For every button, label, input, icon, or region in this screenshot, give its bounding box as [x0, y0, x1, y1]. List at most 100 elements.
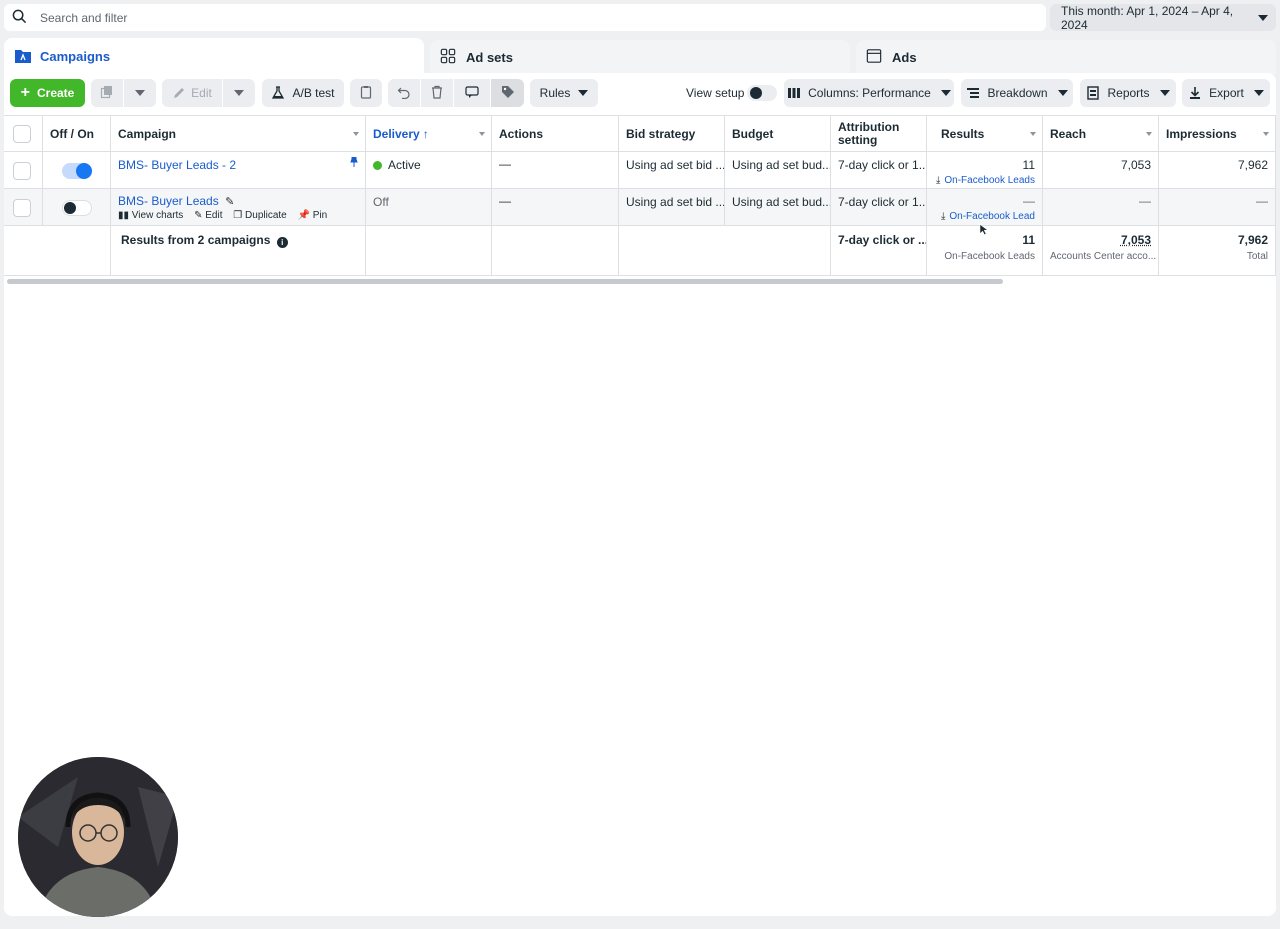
- bid-strategy-cell: Using ad set bid ...: [619, 189, 725, 225]
- row-checkbox[interactable]: [13, 199, 31, 217]
- view-setup-toggle[interactable]: [747, 85, 777, 101]
- columns-icon: [787, 86, 801, 100]
- row-select-cell: [4, 152, 43, 188]
- delete-button[interactable]: [421, 79, 453, 107]
- toggle-knob: [64, 202, 76, 214]
- create-label: Create: [36, 86, 75, 100]
- col-label: Actions: [499, 126, 544, 141]
- impressions-cell: —: [1159, 189, 1276, 225]
- row-toggle-cell: [43, 152, 111, 188]
- col-off-on[interactable]: Off / On: [43, 116, 111, 151]
- undo-icon: [397, 85, 411, 102]
- col-results[interactable]: Results: [927, 116, 1043, 151]
- date-range-label: This month: Apr 1, 2024 – Apr 4, 2024: [1061, 3, 1234, 32]
- clipboard-icon: [359, 85, 373, 102]
- summary-reach-value[interactable]: 7,053: [1050, 233, 1151, 247]
- summary-impressions-value: 7,962: [1237, 233, 1268, 247]
- tab-campaigns[interactable]: Campaigns: [4, 38, 424, 74]
- tab-label: Ad sets: [466, 49, 513, 65]
- results-value: 11: [1022, 158, 1035, 172]
- reach-cell: —: [1043, 189, 1159, 225]
- col-actions[interactable]: Actions: [492, 116, 619, 151]
- summary-label: Results from 2 campaigns: [121, 233, 271, 247]
- summary-empty: [619, 226, 831, 275]
- duplicate-button[interactable]: [91, 79, 123, 107]
- duplicate-icon: [100, 85, 114, 102]
- row-toggle-cell: [43, 189, 111, 225]
- col-label: Reach: [1050, 126, 1087, 141]
- breakdown-button[interactable]: Breakdown: [961, 79, 1073, 107]
- col-label: Budget: [732, 126, 774, 141]
- export-button[interactable]: Export: [1182, 79, 1270, 107]
- col-attribution[interactable]: Attribution setting: [831, 116, 927, 151]
- reports-button[interactable]: Reports: [1080, 79, 1176, 107]
- row-checkbox[interactable]: [13, 162, 31, 180]
- results-type-link[interactable]: ⤓ On-Facebook Lead: [934, 211, 1035, 222]
- col-bid-strategy[interactable]: Bid strategy: [619, 116, 725, 151]
- search-input[interactable]: Search and filter: [4, 4, 1046, 31]
- campaign-name-link[interactable]: BMS- Buyer Leads: [118, 194, 219, 208]
- date-range-picker[interactable]: This month: Apr 1, 2024 – Apr 4, 2024: [1050, 3, 1276, 32]
- reach-cell: 7,053: [1043, 152, 1159, 188]
- horizontal-scrollbar[interactable]: [7, 279, 1003, 284]
- edit-action[interactable]: ✎ Edit: [194, 210, 222, 221]
- pencil-icon[interactable]: ✎: [225, 196, 234, 208]
- campaign-name-link[interactable]: BMS- Buyer Leads - 2: [118, 158, 236, 172]
- col-delivery[interactable]: Delivery ↑: [366, 116, 492, 151]
- chevron-down-icon: [1253, 90, 1264, 96]
- campaigns-icon: [14, 47, 32, 65]
- col-impressions[interactable]: Impressions: [1159, 116, 1276, 151]
- results-cell: — ⤓ On-Facebook Lead: [927, 189, 1043, 225]
- columns-button[interactable]: Columns: Performance: [784, 79, 954, 107]
- summary-impressions-cell: 7,962 Total: [1159, 226, 1276, 275]
- edit-dropdown[interactable]: [223, 79, 255, 107]
- col-campaign[interactable]: Campaign: [111, 116, 366, 151]
- create-button[interactable]: + Create: [10, 79, 85, 107]
- delivery-status: Off: [373, 195, 389, 209]
- chevron-down-icon: [1057, 90, 1068, 96]
- info-icon[interactable]: i: [276, 237, 288, 248]
- actions-value: —: [499, 157, 511, 171]
- budget-value: Using ad set bud...: [732, 158, 831, 172]
- col-budget[interactable]: Budget: [725, 116, 831, 151]
- results-type-label: On-Facebook Leads: [944, 175, 1035, 186]
- tab-ad-sets[interactable]: Ad sets: [430, 40, 850, 74]
- select-all-checkbox[interactable]: [13, 125, 31, 143]
- plus-icon: +: [20, 84, 30, 101]
- duplicate-dropdown[interactable]: [124, 79, 156, 107]
- ab-test-button[interactable]: A/B test: [262, 79, 344, 107]
- tag-button[interactable]: [491, 79, 524, 107]
- summary-impressions-type: Total: [1246, 251, 1268, 262]
- pin-icon[interactable]: [349, 156, 359, 170]
- duplicate-action[interactable]: ❐ Duplicate: [233, 210, 286, 221]
- breakdown-label: Breakdown: [987, 86, 1048, 100]
- delivery-cell: Off: [366, 189, 492, 225]
- clipboard-button[interactable]: [350, 79, 382, 107]
- action-label: Edit: [205, 210, 223, 221]
- pin-action[interactable]: 📌 Pin: [298, 210, 328, 221]
- results-type-link[interactable]: ⤓ On-Facebook Leads: [934, 175, 1035, 186]
- actions-cell: —: [492, 152, 619, 188]
- ads-icon: [866, 48, 884, 66]
- row-hover-actions: ▮▮ View charts ✎ Edit ❐ Duplicate 📌 Pin: [118, 210, 358, 221]
- campaign-toggle[interactable]: [62, 200, 92, 216]
- budget-value: Using ad set bud...: [732, 195, 831, 209]
- mouse-cursor-icon: [979, 223, 990, 239]
- rules-button[interactable]: Rules: [530, 79, 598, 107]
- undo-button[interactable]: [388, 79, 420, 107]
- summary-attribution-cell: 7-day click or ...: [831, 226, 927, 275]
- col-reach[interactable]: Reach: [1043, 116, 1159, 151]
- reach-value: 7,053: [1120, 158, 1151, 172]
- tab-ads[interactable]: Ads: [856, 40, 1276, 74]
- col-label: Impressions: [1166, 126, 1237, 141]
- budget-cell: Using ad set bud...: [725, 152, 831, 188]
- actions-value: —: [499, 194, 511, 208]
- view-charts-action[interactable]: ▮▮ View charts: [118, 210, 183, 221]
- table-row[interactable]: BMS- Buyer Leads ✎ ▮▮ View charts ✎ Edit…: [4, 189, 1276, 226]
- edit-button[interactable]: Edit: [162, 79, 222, 107]
- table-row[interactable]: BMS- Buyer Leads - 2 Active — Using ad s…: [4, 152, 1276, 189]
- share-button[interactable]: [454, 79, 490, 107]
- campaign-toggle[interactable]: [62, 163, 92, 179]
- summary-row: Results from 2 campaigns i 7-day click o…: [4, 226, 1276, 276]
- summary-empty: [492, 226, 619, 275]
